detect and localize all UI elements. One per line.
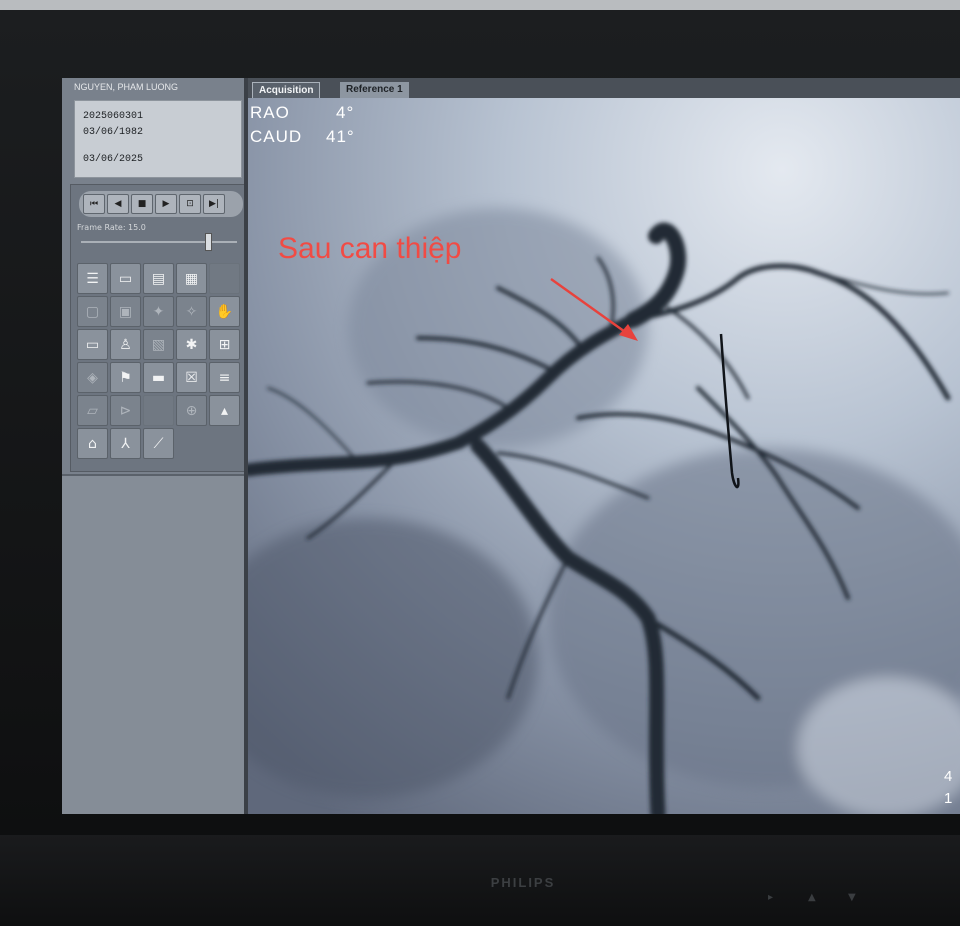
patient-birth-date: 03/06/1982 — [83, 127, 144, 138]
monitor-screen: NGUYEN, PHAM LUONG 2025060301 03/06/1982… — [62, 78, 960, 814]
zoom-icon[interactable]: ⊕ — [176, 395, 207, 426]
star-icon[interactable]: ✦ — [143, 296, 174, 327]
patient-info-box: 2025060301 03/06/1982 03/06/2025 — [74, 100, 242, 178]
tool-grid: ☰ ▭ ▤ ▦ ▢ ▣ ✦ ✧ ✋ ▭ ♙ ▧ ✱ ⊞ ◈ ⚑ ▬ ☒ ≡ ▱ … — [77, 263, 240, 459]
monitor-icon[interactable]: ▣ — [110, 296, 141, 327]
angle-caud-label: CAUD — [250, 127, 303, 146]
background-wall — [0, 0, 960, 10]
rotate-icon[interactable]: ◈ — [77, 362, 108, 393]
angle-caud-value: 41° — [326, 127, 355, 146]
caliper-icon[interactable]: ⟋ — [143, 428, 174, 459]
tab-reference-1[interactable]: Reference 1 — [340, 82, 409, 98]
hand-icon[interactable]: ✋ — [209, 296, 240, 327]
display-icon[interactable]: ▢ — [77, 296, 108, 327]
playback-controls: ⏮ ◀ ■ ▶ ⊡ ▶| — [79, 191, 243, 217]
patient-id: 2025060301 — [83, 111, 144, 122]
angle-rao-value: 4° — [336, 103, 355, 122]
folder-icon[interactable]: ▭ — [110, 263, 141, 294]
monitor-brand-logo: PHILIPS — [490, 875, 556, 890]
down-button-icon[interactable]: ▼ — [848, 892, 856, 903]
frame-rate-slider[interactable] — [81, 241, 237, 243]
angiogram-viewport[interactable]: RAO 4° CAUD 41° — [248, 98, 960, 814]
frame-rate-slider-handle[interactable] — [205, 233, 212, 251]
ruler-icon[interactable]: ▱ — [77, 395, 108, 426]
study-date: 03/06/2025 — [83, 154, 144, 165]
tool-panel: ⏮ ◀ ■ ▶ ⊡ ▶| Frame Rate: 15.0 ☰ ▭ ▤ ▦ ▢ … — [70, 184, 246, 472]
stack-icon[interactable]: ▴ — [209, 395, 240, 426]
angiogram-image — [248, 98, 960, 814]
film-icon[interactable]: ▤ — [143, 263, 174, 294]
flag-icon[interactable]: ⚑ — [110, 362, 141, 393]
tab-acquisition[interactable]: Acquisition — [252, 82, 321, 99]
screen-icon[interactable]: ▭ — [77, 329, 108, 360]
reference-icon[interactable]: ⊞ — [209, 329, 240, 360]
angle-rao-label: RAO — [250, 103, 290, 122]
star-outline-icon[interactable]: ✧ — [176, 296, 207, 327]
branch-icon[interactable]: ⅄ — [110, 428, 141, 459]
patient-name: NGUYEN, PHAM LUONG — [74, 82, 179, 92]
person-icon[interactable]: ♙ — [110, 329, 141, 360]
database-icon[interactable]: ≡ — [209, 362, 240, 393]
left-panel: NGUYEN, PHAM LUONG 2025060301 03/06/1982… — [62, 78, 246, 814]
erase-icon[interactable]: ⌂ — [77, 428, 108, 459]
first-frame-button[interactable]: ⏮ — [83, 194, 105, 214]
stop-button[interactable]: ■ — [131, 194, 153, 214]
layers-icon[interactable]: ▧ — [143, 329, 174, 360]
spider-icon[interactable]: ✱ — [176, 329, 207, 360]
frame-button[interactable]: ⊡ — [179, 194, 201, 214]
grid-icon[interactable]: ▦ — [176, 263, 207, 294]
edge-digit-bottom: 1 — [944, 790, 953, 807]
mirror-icon[interactable]: ⊳ — [110, 395, 141, 426]
tab-strip: Acquisition Reference 1 — [250, 80, 960, 99]
last-frame-button[interactable]: ▶| — [203, 194, 225, 214]
window-icon[interactable]: ▬ — [143, 362, 174, 393]
menu-button-icon[interactable]: ▸ — [768, 892, 773, 903]
previous-frame-button[interactable]: ◀ — [107, 194, 129, 214]
lower-panel — [62, 474, 244, 814]
close-box-icon[interactable]: ☒ — [176, 362, 207, 393]
up-button-icon[interactable]: ▲ — [808, 892, 816, 903]
edge-digit-top: 4 — [944, 768, 953, 785]
annotation-label: Sau can thiệp — [278, 232, 462, 265]
empty-slot — [143, 395, 174, 426]
empty-slot — [209, 263, 240, 294]
frame-rate-label: Frame Rate: 15.0 — [77, 223, 146, 232]
play-button[interactable]: ▶ — [155, 194, 177, 214]
list-icon[interactable]: ☰ — [77, 263, 108, 294]
